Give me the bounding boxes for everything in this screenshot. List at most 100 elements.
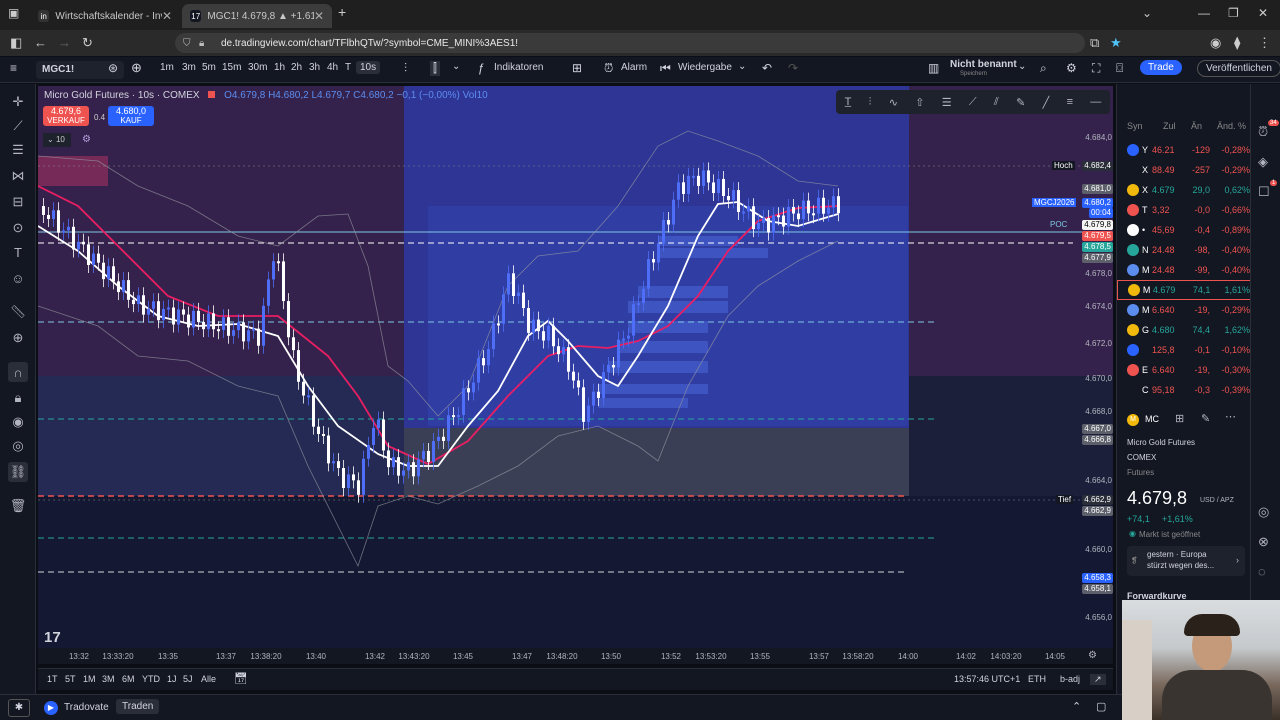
price-axis[interactable]: 4.684,0 4.678,0 4.674,0 4.672,0 4.670,0 … (1074, 86, 1114, 646)
watchlist-row[interactable]: G 4.680 74,4 1,62% (1117, 320, 1251, 340)
back-icon[interactable]: ← (34, 35, 47, 50)
indicators-icon[interactable]: ƒ (478, 61, 485, 75)
add-symbol-icon[interactable]: ⊕ (131, 60, 142, 76)
maximize-panel-icon[interactable]: ▢ (1096, 700, 1106, 713)
compare-icon[interactable]: ⊛ (108, 61, 118, 75)
emoji-icon[interactable]: ☺ (8, 268, 28, 288)
scale-icon[interactable]: ↗ (1090, 674, 1106, 685)
range-1m[interactable]: 1M (83, 674, 96, 684)
interval-1h[interactable]: 1h (274, 62, 285, 73)
more-icon[interactable]: ⋯ (1225, 410, 1236, 423)
interval-3m[interactable]: 3m (182, 62, 196, 73)
browser-more-icon[interactable]: ⋮ (1258, 35, 1271, 51)
watchlist-row[interactable]: E 6.640 -19, -0,30% (1117, 360, 1251, 380)
watchlist-row[interactable]: C 95,18 -0,3 -0,39% (1117, 380, 1251, 400)
templates-icon[interactable]: ⊞ (572, 61, 582, 75)
clock[interactable]: 13:57:46 UTC+1 (954, 674, 1020, 684)
extensions-icon[interactable]: ⧫ (1234, 35, 1240, 51)
chart-canvas[interactable] (38, 86, 1113, 664)
target-icon[interactable]: ◎ (1258, 504, 1269, 520)
range-1t[interactable]: 1T (47, 674, 58, 684)
range-6m[interactable]: 6M (122, 674, 135, 684)
interval-10s[interactable]: 10s (356, 61, 381, 74)
brush-icon[interactable]: ⊙ (8, 218, 28, 238)
alarm-icon[interactable]: ⏰︎ (604, 61, 613, 76)
link-icon[interactable]: ⛓︎ (8, 462, 28, 482)
eye-icon[interactable]: ◎ (8, 436, 28, 456)
range-3m[interactable]: 3M (102, 674, 115, 684)
wave-icon[interactable]: ∿ (889, 96, 898, 109)
minimize-icon[interactable]: — (1198, 6, 1210, 20)
price-chart[interactable]: 17 (38, 86, 1113, 664)
trend-line-icon[interactable]: ⟋ (8, 116, 28, 136)
layout-name[interactable]: Nicht benannt (950, 59, 1017, 70)
menu-icon[interactable]: ≡ (10, 61, 17, 75)
watchlist-row[interactable]: Y 46.21 -129 -0,28% (1117, 140, 1251, 160)
maximize-icon[interactable]: ❐ (1228, 6, 1239, 20)
watchlist-row[interactable]: X 88.49 -257 -0,29% (1117, 160, 1251, 180)
chevron-down-icon[interactable]: ⌄ (452, 61, 460, 72)
interval-4h[interactable]: 4h (327, 62, 338, 73)
interval-30m[interactable]: 30m (248, 62, 267, 73)
text-tool-icon[interactable]: T̲ (845, 96, 852, 108)
range-5t[interactable]: 5T (65, 674, 76, 684)
redo-icon[interactable]: ↷ (788, 61, 798, 75)
reload-icon[interactable]: ↻ (82, 35, 93, 51)
url-field[interactable]: ⛉ 🔒︎ de.tradingview.com/chart/TFlbhQTw/?… (175, 33, 1085, 53)
lock-drawings-icon[interactable]: 🔒︎ (8, 388, 28, 408)
search-icon[interactable]: ⌕ (1040, 61, 1047, 76)
collapse-icon[interactable]: ⌃ (1072, 700, 1081, 713)
channel-icon[interactable]: ⫽ (994, 96, 999, 109)
fib-icon[interactable]: ☰ (8, 140, 28, 160)
layers-icon[interactable]: ◈ (1258, 154, 1268, 170)
pitchfork-icon[interactable]: ⟋ (969, 96, 977, 109)
close-tab-icon[interactable]: ✕ (314, 9, 324, 23)
buy-button[interactable]: 4.680,0 KAUF (108, 106, 154, 126)
bulb-icon[interactable]: ◌ (1258, 564, 1266, 579)
chat-icon[interactable]: ☐ (1258, 184, 1270, 200)
interval-5m[interactable]: 5m (202, 62, 216, 73)
sidebar-icon[interactable]: ◧ (10, 35, 22, 51)
goto-date-icon[interactable]: 📅︎ (234, 672, 248, 685)
panel-toggle-icon[interactable]: ✱ (8, 699, 30, 717)
watchlist-row[interactable]: X 4.679 29,0 0,62% (1117, 180, 1251, 200)
replay-icon[interactable]: ⏮ (660, 61, 671, 76)
screenshot-icon[interactable]: ⧉ (1090, 35, 1099, 51)
range-icon[interactable]: ≡ (1067, 96, 1073, 108)
candles-icon[interactable]: ⫿ (430, 61, 440, 76)
projection-icon[interactable]: ⊟ (8, 192, 28, 212)
pen-icon[interactable]: ✎ (1016, 96, 1025, 109)
settings-icon[interactable]: ⚙ (1066, 61, 1077, 75)
session-toggle[interactable]: ETH (1028, 674, 1046, 684)
chevron-down-icon[interactable]: ⌄ (738, 61, 746, 72)
bookmark-star-icon[interactable]: ★ (1110, 35, 1122, 51)
indicators-button[interactable]: Indikatoren (494, 62, 543, 73)
forward-icon[interactable]: → (58, 35, 71, 50)
watchlist-row[interactable]: M 4.679 74,1 1,61% (1117, 280, 1251, 300)
watchlist-row[interactable]: 125,8 -0,1 -0,10% (1117, 340, 1251, 360)
axis-settings-icon[interactable]: ⚙ (1088, 650, 1097, 661)
range-1j[interactable]: 1J (167, 674, 177, 684)
bar-style-icon[interactable]: ⫶ (404, 61, 407, 76)
replay-button[interactable]: Wiedergabe (678, 62, 732, 73)
watchlist-row[interactable]: M 6.640 -19, -0,29% (1117, 300, 1251, 320)
quantity-input[interactable]: ⌄ 10 (43, 133, 71, 147)
grid-icon[interactable]: ⊞ (1175, 412, 1184, 425)
profile-icon[interactable]: ◉ (1210, 35, 1221, 51)
crosshair-icon[interactable]: ✛ (8, 92, 28, 112)
alerts-icon[interactable]: ⏰︎ (1258, 124, 1268, 140)
settings-gear-icon[interactable]: ⚙ (82, 134, 91, 145)
undo-icon[interactable]: ↶ (762, 61, 772, 75)
chevron-down-icon[interactable]: ⌄ (1018, 61, 1026, 72)
interval-3h[interactable]: 3h (309, 62, 320, 73)
layout-icon[interactable]: ▥ (928, 61, 939, 75)
sell-button[interactable]: 4.679,6 VERKAUF (43, 106, 89, 126)
watchlist-row[interactable]: N 24.48 -98, -0,40% (1117, 240, 1251, 260)
browser-tab-investing[interactable]: in Wirtschaftskalender - Investing ✕ (30, 4, 180, 28)
camera-icon[interactable]: ⌼ (1116, 61, 1123, 76)
browser-tab-tradingview[interactable]: 17 MGC1! 4.679,8 ▲ +1.61% Nich ✕ (182, 4, 332, 28)
trade-button[interactable]: Trade (1140, 60, 1182, 75)
details-symbol[interactable]: MC (1145, 414, 1159, 424)
interval-15m[interactable]: 15m (222, 62, 241, 73)
interval-1m[interactable]: 1m (160, 62, 174, 73)
